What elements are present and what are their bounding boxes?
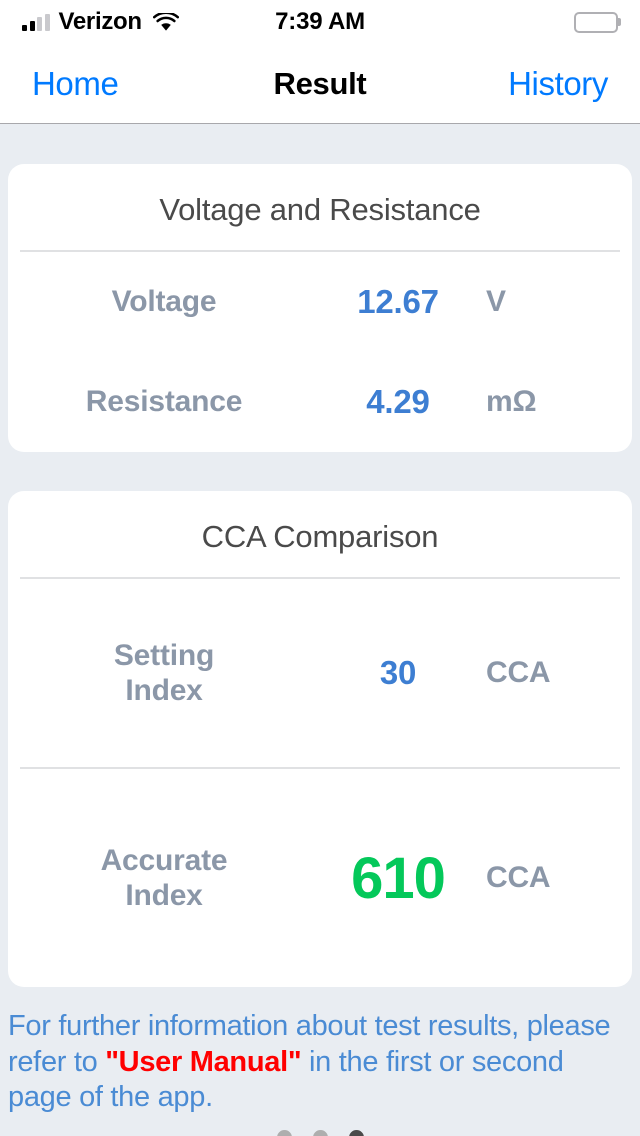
resistance-value: 4.29	[366, 383, 430, 420]
setting-index-unit: CCA	[486, 656, 551, 689]
result-content: Voltage and Resistance Voltage 12.67 V R…	[0, 164, 640, 1136]
voltage-row: Voltage 12.67 V	[8, 252, 632, 352]
voltage-value: 12.67	[357, 283, 439, 320]
status-bar-left: Verizon	[22, 8, 179, 36]
footer-text: For further information about test resul…	[8, 1009, 632, 1116]
page-dot[interactable]	[312, 1129, 328, 1136]
page-dot[interactable]	[276, 1129, 292, 1136]
voltage-label: Voltage	[111, 285, 217, 319]
battery-icon	[574, 11, 618, 33]
user-manual-link[interactable]: "User Manual"	[105, 1046, 301, 1078]
footer-note: For further information about test resul…	[0, 987, 640, 1136]
setting-index-label: Setting Index	[113, 638, 215, 707]
resistance-unit: mΩ	[486, 385, 537, 418]
voltage-resistance-card-title: Voltage and Resistance	[159, 192, 481, 227]
page-indicator[interactable]	[8, 1129, 632, 1136]
accurate-index-row: Accurate Index 610 CCA	[8, 769, 632, 987]
accurate-index-value: 610	[351, 845, 446, 911]
home-button[interactable]: Home	[32, 65, 119, 103]
setting-index-row: Setting Index 30 CCA	[8, 579, 632, 767]
wifi-icon	[152, 10, 179, 32]
resistance-label: Resistance	[85, 385, 243, 419]
voltage-resistance-card: Voltage and Resistance Voltage 12.67 V R…	[8, 164, 632, 452]
page-dot-active[interactable]	[348, 1129, 364, 1136]
cellular-signal-icon	[22, 13, 50, 31]
status-bar-right	[574, 11, 618, 33]
voltage-unit: V	[486, 285, 506, 318]
navigation-bar: Home Result History	[0, 44, 640, 124]
resistance-row: Resistance 4.29 mΩ	[8, 352, 632, 452]
accurate-index-unit: CCA	[486, 861, 551, 894]
accurate-index-label: Accurate Index	[100, 843, 228, 912]
carrier-name: Verizon	[58, 8, 143, 35]
cca-comparison-card-title: CCA Comparison	[201, 519, 439, 554]
setting-index-value: 30	[379, 654, 417, 691]
history-button[interactable]: History	[508, 65, 608, 103]
status-bar: Verizon 7:39 AM	[0, 0, 640, 44]
cca-comparison-card: CCA Comparison Setting Index 30 CCA Accur…	[8, 491, 632, 987]
